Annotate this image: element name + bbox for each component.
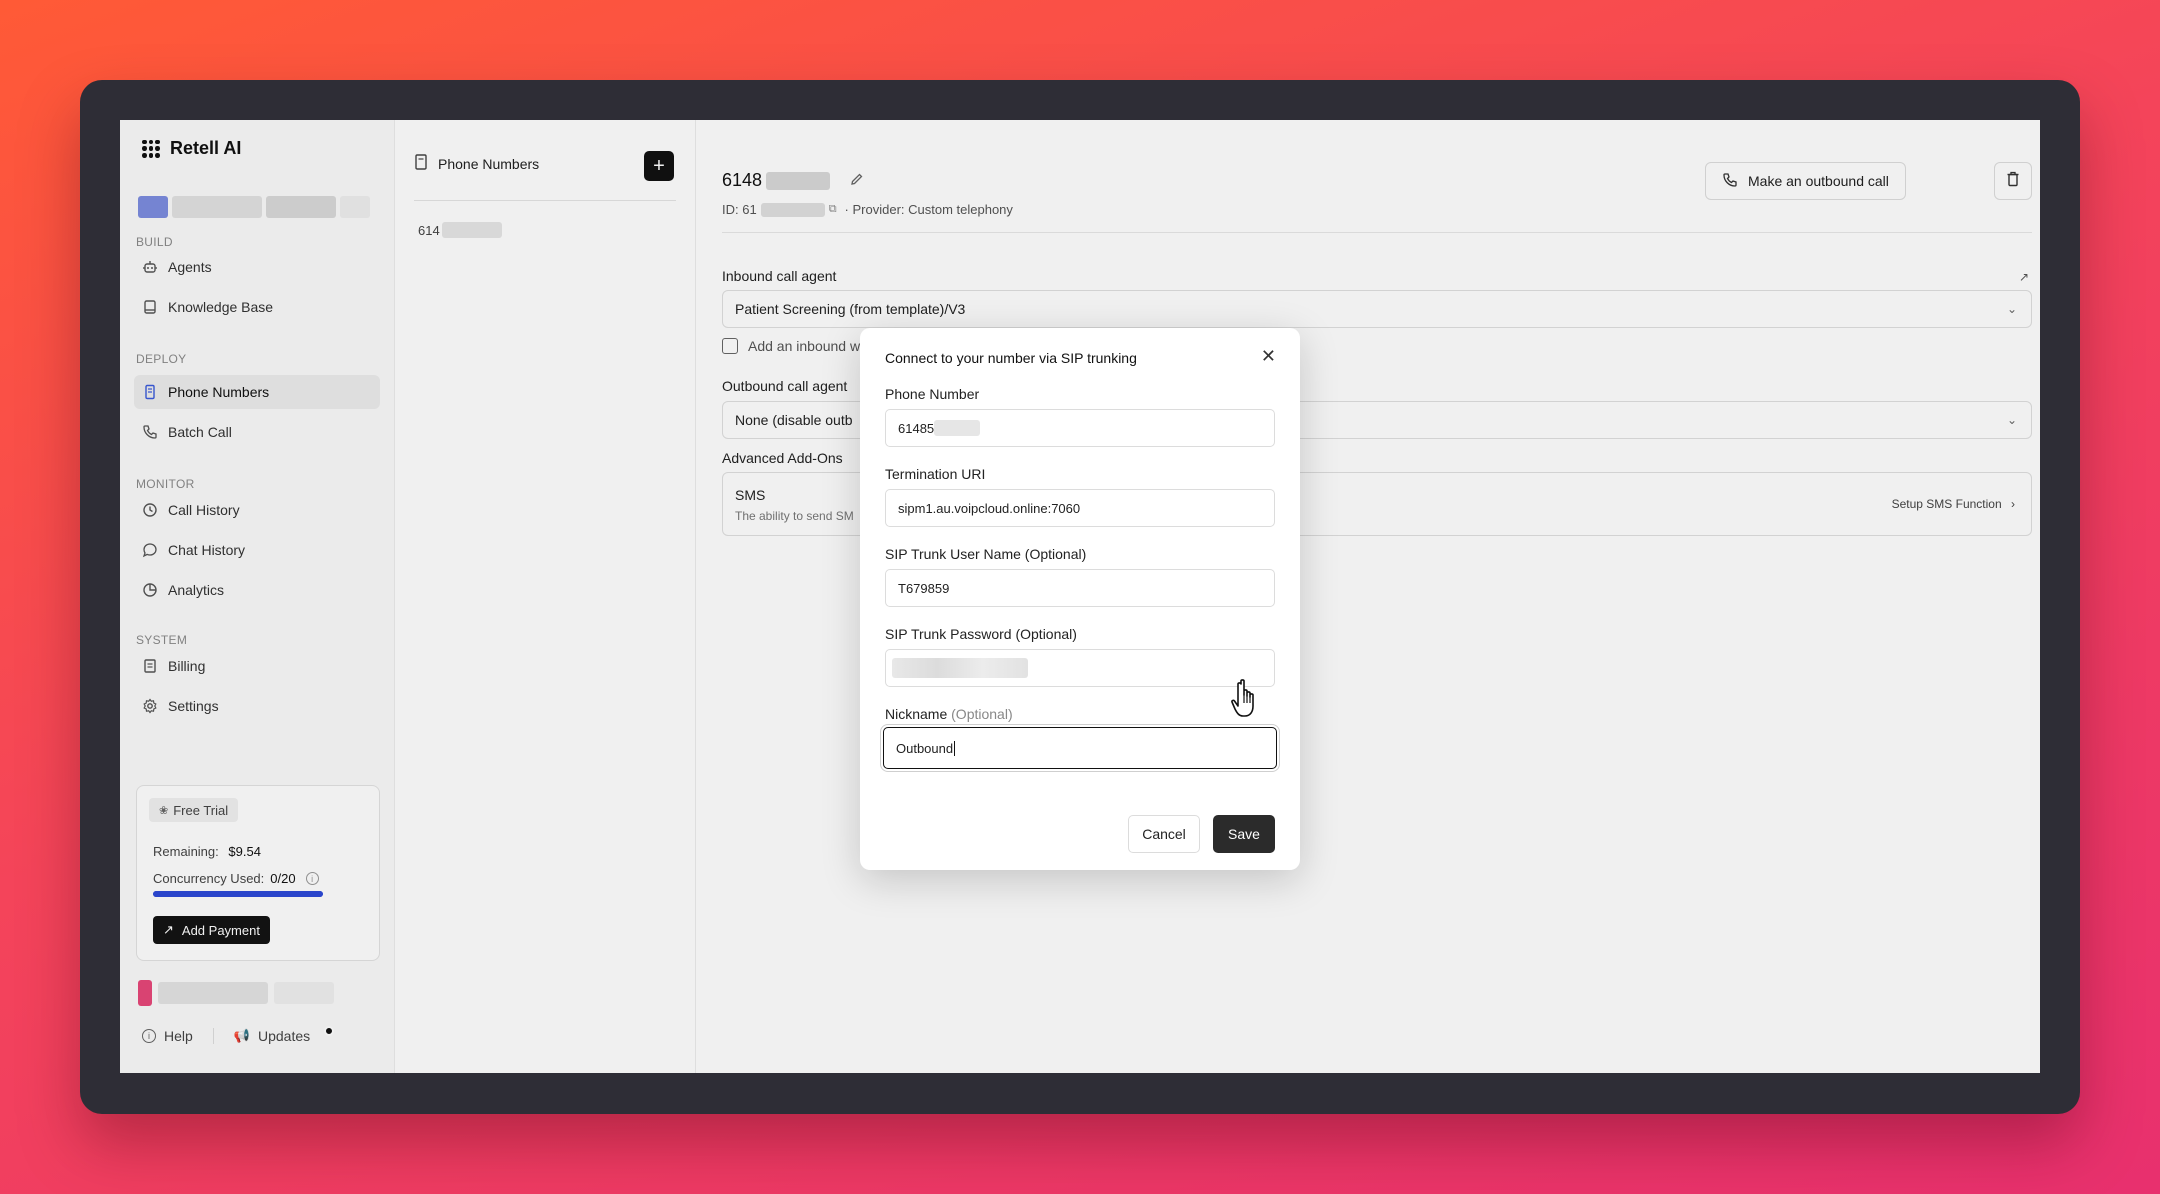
phone-number-redacted bbox=[934, 420, 981, 436]
close-icon[interactable]: ✕ bbox=[1261, 346, 1276, 367]
sip-username-value: T679859 bbox=[898, 580, 950, 596]
sip-trunking-dialog: Connect to your number via SIP trunking … bbox=[860, 328, 1300, 870]
nickname-label: Nickname (Optional) bbox=[885, 706, 1013, 722]
cancel-button[interactable]: Cancel bbox=[1128, 815, 1200, 853]
sip-username-input[interactable]: T679859 bbox=[885, 569, 1275, 607]
hand-pointer-cursor-icon bbox=[1230, 678, 1264, 725]
sip-username-label: SIP Trunk User Name (Optional) bbox=[885, 546, 1087, 562]
sip-password-input[interactable] bbox=[885, 649, 1275, 687]
termination-uri-label: Termination URI bbox=[885, 466, 986, 482]
termination-uri-value: sipm1.au.voipcloud.online:7060 bbox=[898, 500, 1081, 516]
nickname-value: Outbound bbox=[896, 740, 954, 756]
nickname-optional-hint: (Optional) bbox=[951, 706, 1013, 722]
text-caret bbox=[954, 740, 956, 756]
save-button[interactable]: Save bbox=[1213, 815, 1275, 853]
phone-number-input[interactable]: 61485 bbox=[885, 409, 1275, 447]
device-frame: Retell AI BUILD Agents Knowledge Base DE… bbox=[80, 80, 2080, 1114]
dialog-title: Connect to your number via SIP trunking bbox=[885, 350, 1137, 366]
termination-uri-input[interactable]: sipm1.au.voipcloud.online:7060 bbox=[885, 489, 1275, 527]
sip-password-label: SIP Trunk Password (Optional) bbox=[885, 626, 1077, 642]
phone-number-value: 61485 bbox=[898, 420, 935, 436]
password-redacted bbox=[892, 658, 1028, 678]
app-window: Retell AI BUILD Agents Knowledge Base DE… bbox=[120, 120, 2040, 1073]
phone-number-label: Phone Number bbox=[885, 386, 980, 402]
nickname-label-text: Nickname bbox=[885, 706, 948, 722]
nickname-input[interactable]: Outbound bbox=[883, 727, 1277, 769]
